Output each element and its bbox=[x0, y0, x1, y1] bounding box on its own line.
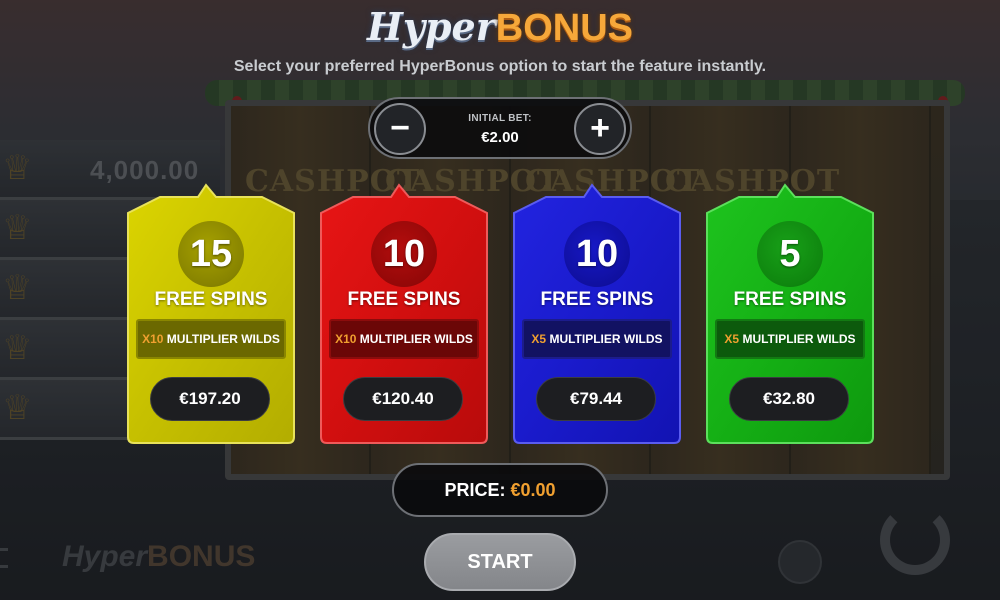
free-spins-label: FREE SPINS bbox=[540, 289, 654, 310]
multiplier-value: X5 bbox=[531, 332, 547, 346]
free-spins-label: FREE SPINS bbox=[154, 289, 268, 310]
price-label: PRICE: bbox=[444, 480, 506, 500]
multiplier-wilds-badge: X10 MULTIPLIER WILDS bbox=[136, 319, 286, 359]
initial-bet-control: − INITIAL BET: €2.00 + bbox=[368, 97, 632, 159]
multiplier-value: X10 bbox=[142, 332, 164, 346]
option-price-button[interactable]: €120.40 bbox=[343, 377, 463, 421]
multiplier-wilds-badge: X5 MULTIPLIER WILDS bbox=[715, 319, 865, 359]
free-spins-count: 10 bbox=[371, 221, 437, 287]
decrease-bet-button[interactable]: − bbox=[374, 103, 426, 155]
multiplier-label: MULTIPLIER WILDS bbox=[359, 332, 473, 346]
bonus-option-card-3[interactable]: 10 FREE SPINS X5 MULTIPLIER WILDS €79.44 bbox=[506, 183, 688, 445]
instruction-text: Select your preferred HyperBonus option … bbox=[233, 58, 767, 75]
free-spins-label: FREE SPINS bbox=[347, 289, 461, 310]
free-spins-count: 5 bbox=[757, 221, 823, 287]
free-spins-count: 15 bbox=[178, 221, 244, 287]
option-price-button[interactable]: €197.20 bbox=[150, 377, 270, 421]
bonus-option-card-4[interactable]: 5 FREE SPINS X5 MULTIPLIER WILDS €32.80 bbox=[699, 183, 881, 445]
multiplier-value: X5 bbox=[724, 332, 740, 346]
price-value: €0.00 bbox=[510, 480, 556, 500]
option-price-button[interactable]: €79.44 bbox=[536, 377, 656, 421]
initial-bet-value: €2.00 bbox=[481, 129, 519, 146]
multiplier-wilds-badge: X10 MULTIPLIER WILDS bbox=[329, 319, 479, 359]
multiplier-label: MULTIPLIER WILDS bbox=[742, 332, 856, 346]
increase-bet-button[interactable]: + bbox=[574, 103, 626, 155]
start-button[interactable]: START bbox=[424, 533, 576, 591]
logo-bonus-text: BONUS bbox=[495, 7, 633, 49]
hyperbonus-logo: HyperBONUS bbox=[0, 4, 1000, 49]
bonus-option-card-1[interactable]: 15 FREE SPINS X10 MULTIPLIER WILDS €197.… bbox=[120, 183, 302, 445]
free-spins-label: FREE SPINS bbox=[733, 289, 847, 310]
price-display: PRICE: €0.00 bbox=[392, 463, 608, 517]
option-price-button[interactable]: €32.80 bbox=[729, 377, 849, 421]
multiplier-wilds-badge: X5 MULTIPLIER WILDS bbox=[522, 319, 672, 359]
initial-bet-label: INITIAL BET: bbox=[468, 113, 532, 124]
multiplier-value: X10 bbox=[335, 332, 357, 346]
bonus-option-card-2[interactable]: 10 FREE SPINS X10 MULTIPLIER WILDS €120.… bbox=[313, 183, 495, 445]
free-spins-count: 10 bbox=[564, 221, 630, 287]
multiplier-label: MULTIPLIER WILDS bbox=[166, 332, 280, 346]
multiplier-label: MULTIPLIER WILDS bbox=[549, 332, 663, 346]
logo-hyper-text: Hyper bbox=[367, 4, 496, 49]
